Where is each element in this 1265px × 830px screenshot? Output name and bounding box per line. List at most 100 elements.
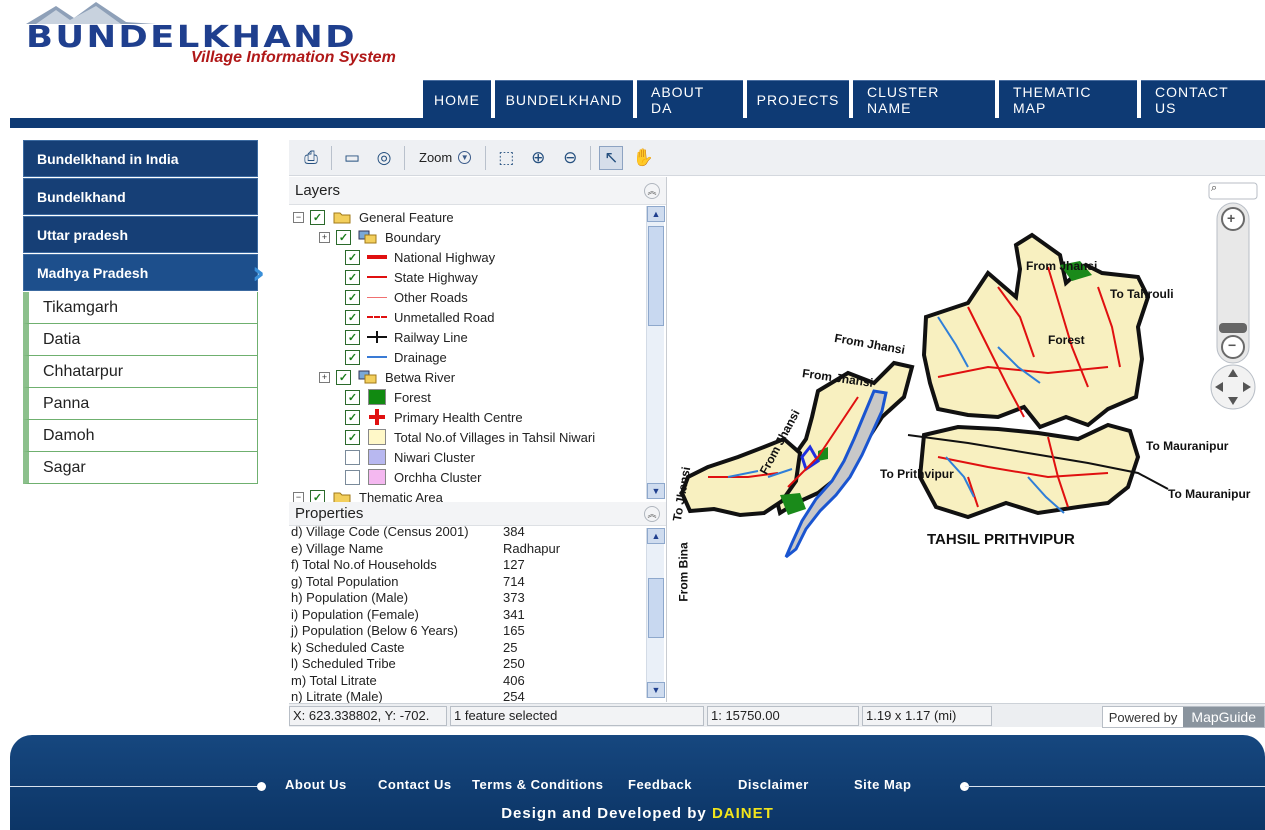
layer-row[interactable]: ✓ Orchha Cluster	[289, 467, 645, 487]
scroll-up-icon[interactable]: ▲	[647, 206, 665, 222]
property-key: d) Village Code (Census 2001)	[291, 524, 469, 539]
sidebar-subitem-damoh[interactable]: Damoh	[23, 420, 258, 452]
property-value: 714	[503, 573, 525, 589]
expand-icon[interactable]: +	[319, 371, 330, 383]
sidebar-item-madhya-pradesh[interactable]: Madhya Pradesh ›››	[23, 254, 266, 291]
status-scale: 1: 15750.00	[707, 705, 859, 726]
footer-link-feedback[interactable]: Feedback	[628, 777, 692, 792]
layer-checkbox[interactable]: ✓	[345, 389, 360, 405]
sidebar-subitem-sagar[interactable]: Sagar	[23, 452, 258, 484]
pan-icon[interactable]: ✋	[631, 146, 655, 170]
nav-thematic-map[interactable]: THEMATIC MAP	[999, 80, 1137, 118]
layer-row[interactable]: ✓ Unmetalled Road	[289, 307, 645, 327]
layer-row[interactable]: ✓ Niwari Cluster	[289, 447, 645, 467]
layer-checkbox[interactable]: ✓	[345, 249, 360, 265]
nav-bundelkhand[interactable]: BUNDELKHAND	[495, 80, 633, 118]
sidebar-subitem-panna[interactable]: Panna	[23, 388, 258, 420]
footer-link-about-us[interactable]: About Us	[285, 777, 347, 792]
layers-title: Layers	[295, 182, 341, 199]
footer-link-disclaimer[interactable]: Disclaimer	[738, 777, 809, 792]
layer-checkbox[interactable]: ✓	[345, 269, 360, 285]
buffer-icon[interactable]: ◎	[372, 146, 396, 170]
map-viewport[interactable]: From Jhansi To Tahrouli Forest From Jhan…	[668, 177, 1265, 702]
nav-home[interactable]: HOME	[423, 80, 491, 118]
expand-icon[interactable]: +	[319, 231, 330, 243]
scroll-up-icon[interactable]: ▲	[647, 528, 665, 544]
zoom-dropdown[interactable]: Zoom ▼	[413, 150, 477, 165]
collapse-tree-icon[interactable]: −	[293, 211, 304, 223]
footer-link-site-map[interactable]: Site Map	[854, 777, 911, 792]
zoom-in-icon[interactable]: ⊕	[526, 146, 550, 170]
layer-checkbox[interactable]: ✓	[310, 209, 325, 225]
toolbar-separator	[485, 145, 487, 170]
measure-icon[interactable]: ▭	[340, 146, 364, 170]
layer-checkbox[interactable]: ✓	[345, 349, 360, 365]
layer-label: Boundary	[385, 229, 441, 245]
nav-contact-us[interactable]: CONTACT US	[1141, 80, 1265, 118]
layer-row[interactable]: − ✓ General Feature	[289, 207, 645, 227]
sidebar-subitem-chhatarpur[interactable]: Chhatarpur	[23, 356, 258, 388]
sidebar-item-bundelkhand[interactable]: Bundelkhand	[23, 178, 258, 215]
zoom-in-button[interactable]: +	[1227, 210, 1235, 226]
layer-checkbox[interactable]: ✓	[345, 429, 360, 445]
layer-row[interactable]: ✓ Primary Health Centre	[289, 407, 645, 427]
layer-checkbox[interactable]: ✓	[345, 289, 360, 305]
zoom-out-icon[interactable]: ⊖	[558, 146, 582, 170]
credit-company-link[interactable]: DAINET	[712, 805, 774, 822]
property-value: 25	[503, 639, 518, 655]
layer-row[interactable]: ✓ Railway Line	[289, 327, 645, 347]
footer-link-terms[interactable]: Terms & Conditions	[472, 777, 604, 792]
layer-row[interactable]: ✓ Other Roads	[289, 287, 645, 307]
sidebar-item-bundelkhand-in-india[interactable]: Bundelkhand in India	[23, 140, 258, 177]
zoom-label: Zoom	[419, 150, 453, 165]
zoom-rectangle-icon[interactable]: ⬚	[494, 146, 518, 170]
site-logo[interactable]: BUNDELKHAND Village Information System	[26, 0, 426, 72]
properties-scrollbar[interactable]: ▲ ▼	[646, 528, 665, 698]
layer-checkbox[interactable]: ✓	[345, 469, 360, 485]
zoom-search-icon[interactable]: ⌕	[1211, 182, 1217, 195]
nav-projects[interactable]: PROJECTS	[747, 80, 849, 118]
map-label-from-bina: From Bina	[676, 542, 691, 602]
nav-cluster-name[interactable]: CLUSTER NAME	[853, 80, 995, 118]
select-pointer-icon[interactable]: ↖	[599, 145, 624, 170]
layer-checkbox[interactable]: ✓	[345, 409, 360, 425]
layer-checkbox[interactable]: ✓	[345, 449, 360, 465]
property-key: g) Total Population	[291, 573, 399, 589]
layer-checkbox[interactable]: ✓	[345, 329, 360, 345]
layer-row[interactable]: ✓ National Highway	[289, 247, 645, 267]
layer-row[interactable]: ✓ Drainage	[289, 347, 645, 367]
layer-row[interactable]: + ✓ Betwa River	[289, 367, 645, 387]
sidebar-subitem-datia[interactable]: Datia	[23, 324, 258, 356]
railway-line-icon	[366, 330, 388, 344]
footer-link-contact-us[interactable]: Contact Us	[378, 777, 452, 792]
layer-checkbox[interactable]: ✓	[336, 229, 351, 245]
collapse-icon[interactable]: ︽	[644, 505, 660, 522]
layer-label: Railway Line	[394, 329, 468, 345]
layer-row[interactable]: ✓ State Highway	[289, 267, 645, 287]
scroll-down-icon[interactable]: ▼	[647, 682, 665, 698]
scroll-thumb[interactable]	[648, 226, 664, 326]
layer-checkbox[interactable]: ✓	[336, 369, 351, 385]
layer-row[interactable]: + ✓ Boundary	[289, 227, 645, 247]
zoom-slider-handle[interactable]	[1219, 323, 1247, 333]
layer-label: Niwari Cluster	[394, 449, 475, 465]
layer-checkbox[interactable]: ✓	[345, 309, 360, 325]
sidebar-item-uttar-pradesh[interactable]: Uttar pradesh	[23, 216, 258, 253]
sidebar-subitem-tikamgarh[interactable]: Tikamgarh	[23, 292, 258, 324]
print-icon[interactable]: ⎙	[299, 146, 323, 170]
scroll-down-icon[interactable]: ▼	[647, 483, 665, 499]
layers-panel: Layers ︽ − ✓ General Feature + ✓ Boundary ✓ Nat…	[289, 177, 667, 505]
map-toolbar: ⎙ ▭ ◎ Zoom ▼ ⬚ ⊕ ⊖ ↖ ✋	[289, 140, 1265, 176]
zoom-out-button[interactable]: −	[1228, 337, 1236, 353]
powered-by-badge[interactable]: Powered by MapGuide	[1101, 706, 1265, 728]
collapse-icon[interactable]: ︽	[644, 182, 660, 199]
scroll-thumb[interactable]	[648, 578, 664, 638]
property-value: 165	[503, 623, 525, 638]
nav-about-da[interactable]: ABOUT DA	[637, 80, 743, 118]
property-row: j) Population (Below 6 Years) 165	[291, 623, 641, 640]
layer-row[interactable]: ✓ Total No.of Villages in Tahsil Niwari	[289, 427, 645, 447]
layers-scrollbar[interactable]: ▲ ▼	[646, 206, 665, 499]
pan-control-icon[interactable]	[1211, 365, 1255, 409]
collapse-tree-icon[interactable]: −	[293, 491, 304, 503]
layer-row[interactable]: ✓ Forest	[289, 387, 645, 407]
